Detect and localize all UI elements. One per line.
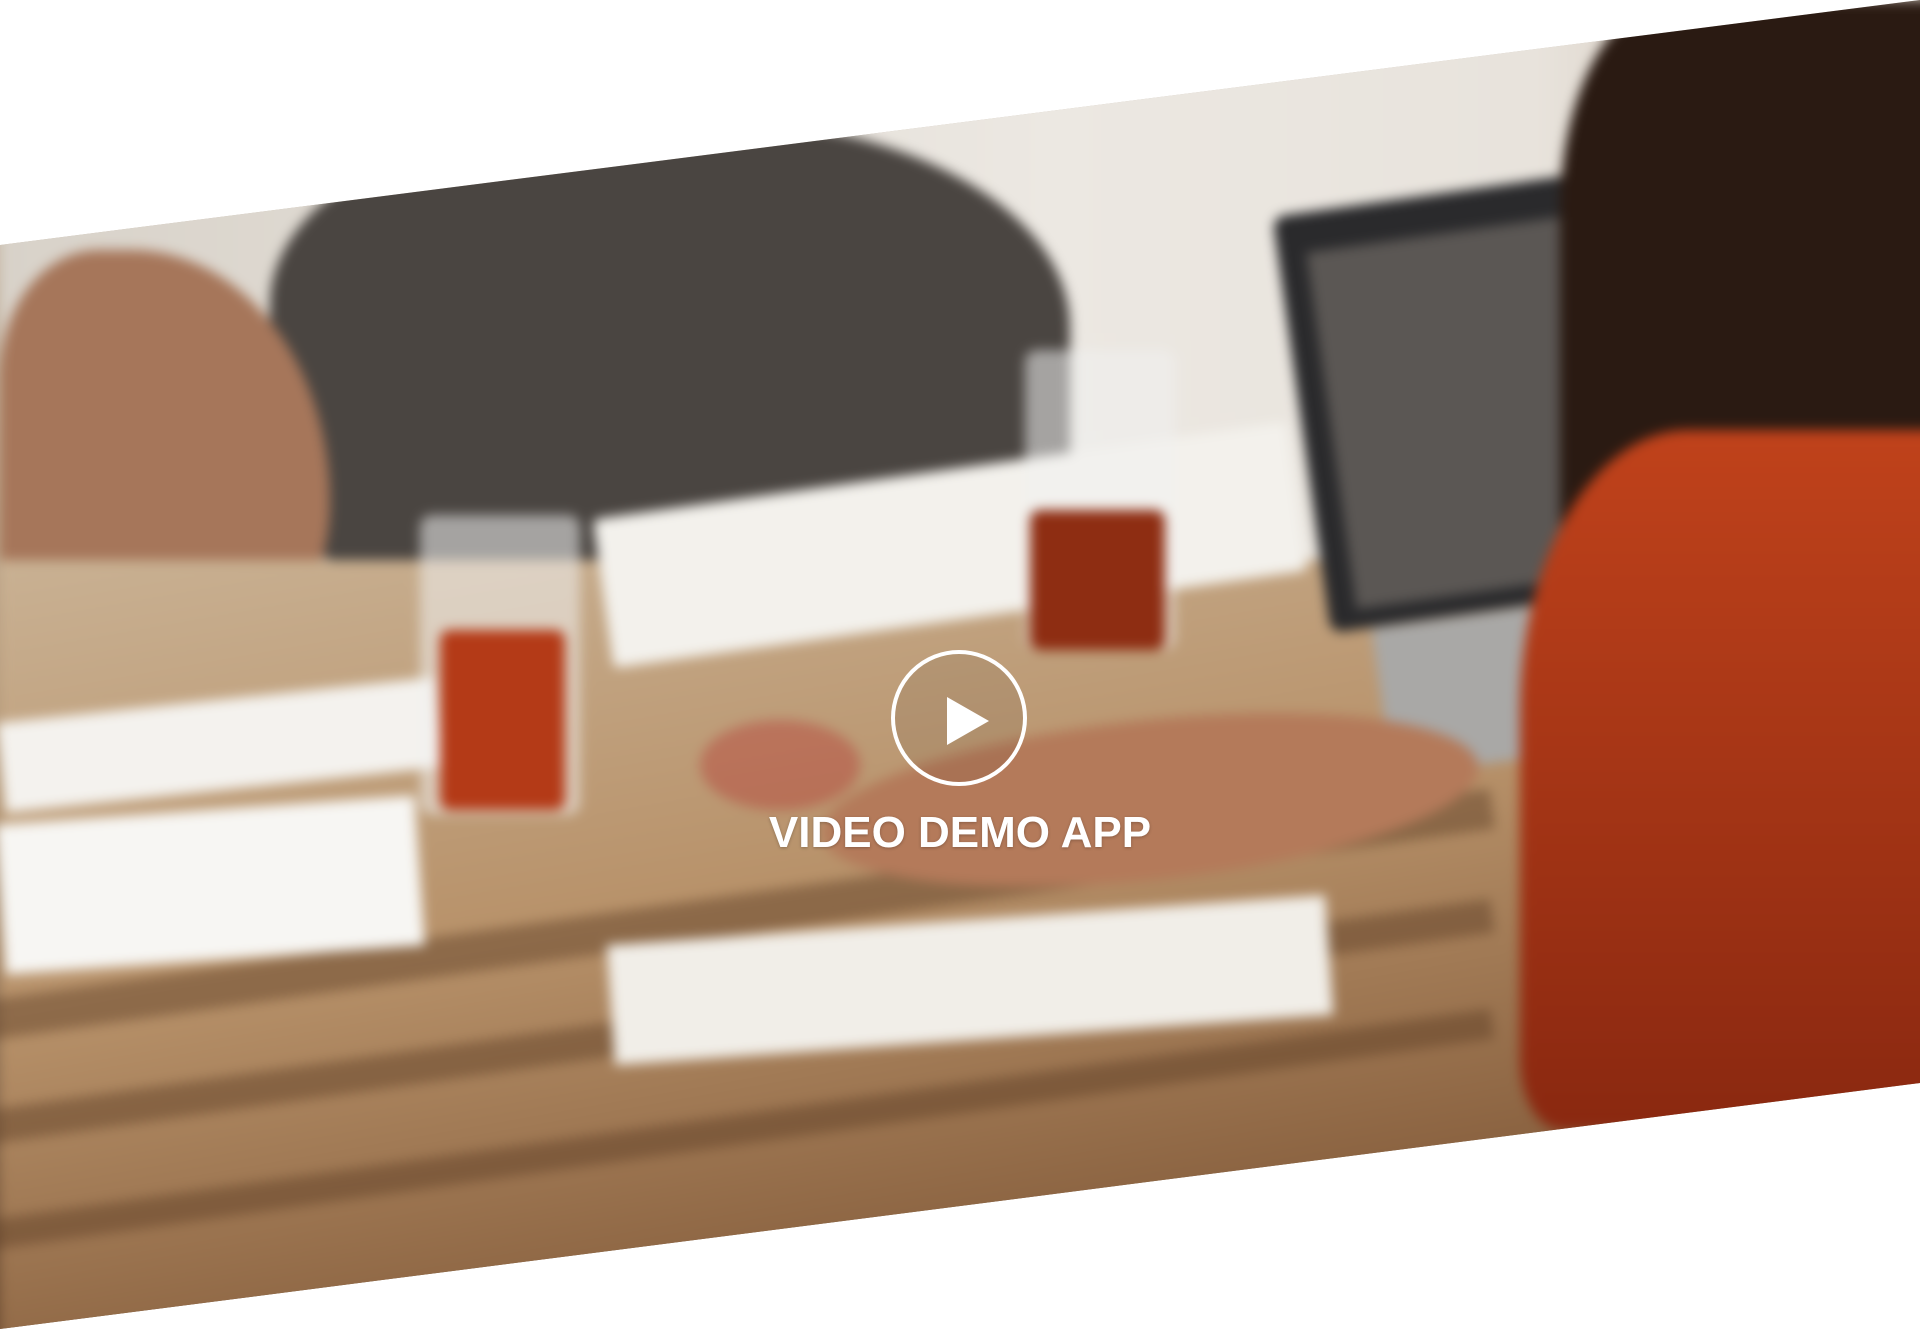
play-video-button[interactable]: [891, 650, 1027, 786]
page: VIDEO DEMO APP: [0, 0, 1920, 1329]
play-icon: [947, 697, 989, 745]
